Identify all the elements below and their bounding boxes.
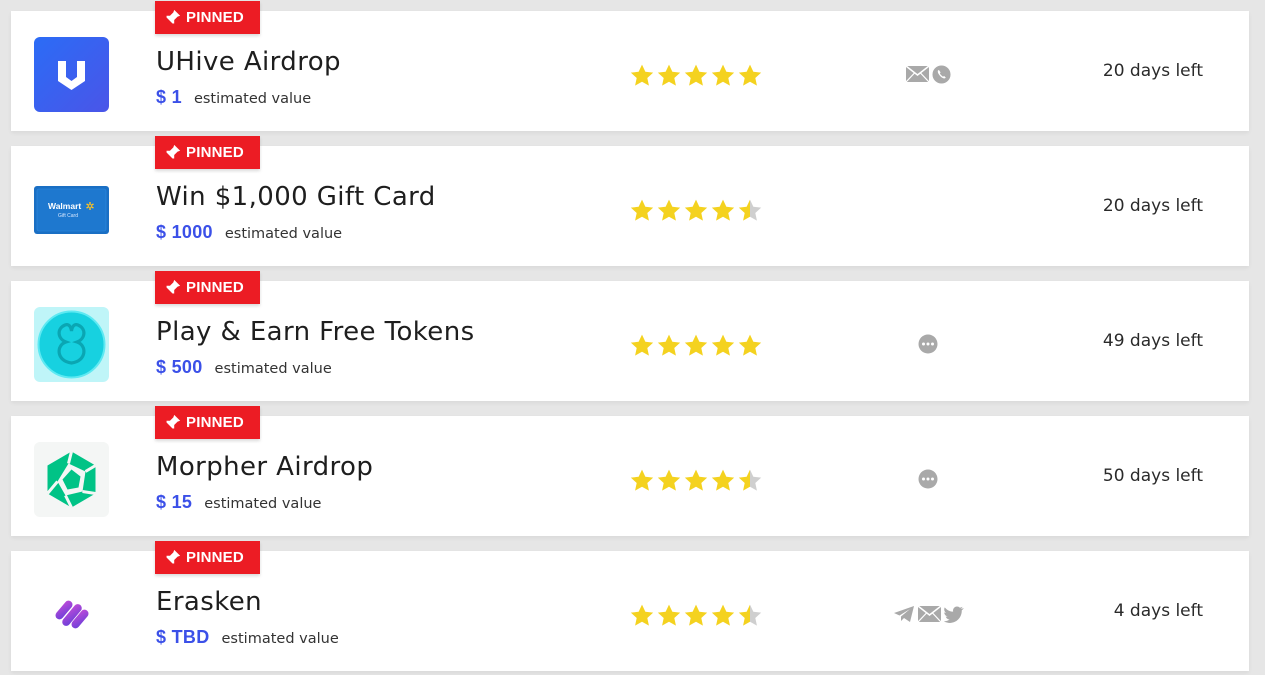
listing-card[interactable]: PINNED Erasken $ TBD estimated value 4 d… (11, 541, 1249, 671)
star-full-icon (684, 604, 708, 626)
twitter-icon[interactable] (943, 606, 964, 623)
star-full-icon (711, 469, 735, 491)
pinned-badge: PINNED (155, 271, 260, 304)
listing-title[interactable]: Morpher Airdrop (156, 452, 373, 482)
pin-icon (164, 549, 181, 566)
contact-icons (861, 329, 995, 359)
chat-icon[interactable] (918, 469, 938, 489)
pinned-label: PINNED (186, 414, 244, 431)
pin-icon (164, 144, 181, 161)
star-full-icon (657, 469, 681, 491)
listing-title[interactable]: Erasken (156, 587, 262, 617)
days-left: 20 days left (1102, 61, 1203, 81)
pinned-label: PINNED (186, 549, 244, 566)
star-full-icon (711, 199, 735, 221)
estimated-value: $ 1000 estimated value (156, 222, 342, 243)
email-icon[interactable] (905, 66, 929, 82)
pinned-badge: PINNED (155, 1, 260, 34)
pinned-badge: PINNED (155, 541, 260, 574)
value-amount: $ 15 (156, 492, 193, 512)
rating-stars (629, 63, 763, 89)
star-half-icon (738, 469, 762, 491)
days-left: 49 days left (1102, 331, 1203, 351)
contact-icons (861, 194, 995, 224)
star-full-icon (630, 199, 654, 221)
rating-stars (629, 603, 763, 629)
star-full-icon (711, 64, 735, 86)
listing-title[interactable]: UHive Airdrop (156, 47, 341, 77)
airdrop-list: PINNED UHive Airdrop $ 1 estimated value… (0, 0, 1265, 675)
star-full-icon (738, 64, 762, 86)
pin-icon (164, 414, 181, 431)
rating-stars (629, 198, 763, 224)
listing-card[interactable]: PINNED Play & Earn Free Tokens $ 500 est… (11, 271, 1249, 401)
star-full-icon (738, 334, 762, 356)
value-amount: $ 1 (156, 87, 182, 107)
estimated-value: $ 500 estimated value (156, 357, 332, 378)
pin-icon (164, 279, 181, 296)
uhive-logo (34, 37, 109, 112)
estimated-value: $ 1 estimated value (156, 87, 311, 108)
star-half-icon (738, 199, 762, 221)
star-half-icon (738, 604, 762, 626)
pin-icon (164, 9, 181, 26)
star-full-icon (630, 469, 654, 491)
erasken-logo (34, 577, 109, 652)
star-full-icon (684, 199, 708, 221)
pinned-label: PINNED (186, 279, 244, 296)
star-full-icon (657, 199, 681, 221)
star-full-icon (684, 469, 708, 491)
star-full-icon (630, 334, 654, 356)
star-full-icon (657, 604, 681, 626)
rating-stars (629, 333, 763, 359)
estimated-value: $ TBD estimated value (156, 627, 339, 648)
listing-title[interactable]: Win $1,000 Gift Card (156, 182, 436, 212)
pinned-badge: PINNED (155, 406, 260, 439)
star-full-icon (657, 334, 681, 356)
value-amount: $ 1000 (156, 222, 213, 242)
days-left: 4 days left (1113, 601, 1203, 621)
estimated-value: $ 15 estimated value (156, 492, 321, 513)
listing-card[interactable]: PINNED Morpher Airdrop $ 15 estimated va… (11, 406, 1249, 536)
days-left: 50 days left (1102, 466, 1203, 486)
value-label: estimated value (214, 361, 332, 377)
star-full-icon (684, 64, 708, 86)
phone-icon[interactable] (931, 64, 951, 84)
pinned-badge: PINNED (155, 136, 260, 169)
listing-title[interactable]: Play & Earn Free Tokens (156, 317, 475, 347)
contact-icons (861, 464, 995, 494)
walmart-brand-text: Walmart (48, 201, 81, 211)
walmart-gift-card-logo: Walmart Gift Card (34, 172, 109, 247)
star-full-icon (657, 64, 681, 86)
star-full-icon (630, 64, 654, 86)
listing-card[interactable]: PINNED UHive Airdrop $ 1 estimated value… (11, 1, 1249, 131)
star-full-icon (711, 604, 735, 626)
contact-icons (861, 59, 995, 89)
morpher-logo (34, 442, 109, 517)
value-label: estimated value (221, 631, 339, 647)
listing-card[interactable]: Walmart Gift Card PINNED Win $1,000 Gift… (11, 136, 1249, 266)
chat-icon[interactable] (918, 334, 938, 354)
value-amount: $ TBD (156, 627, 210, 647)
star-full-icon (711, 334, 735, 356)
telegram-icon[interactable] (893, 605, 915, 623)
contact-icons (861, 599, 995, 629)
pinned-label: PINNED (186, 144, 244, 161)
value-amount: $ 500 (156, 357, 203, 377)
star-full-icon (684, 334, 708, 356)
cyan-token-logo (34, 307, 109, 382)
star-full-icon (630, 604, 654, 626)
rating-stars (629, 468, 763, 494)
days-left: 20 days left (1102, 196, 1203, 216)
value-label: estimated value (204, 496, 322, 512)
value-label: estimated value (224, 226, 343, 242)
value-label: estimated value (193, 91, 312, 107)
email-icon[interactable] (917, 606, 941, 622)
gift-card-text: Gift Card (58, 213, 78, 219)
pinned-label: PINNED (186, 9, 244, 26)
